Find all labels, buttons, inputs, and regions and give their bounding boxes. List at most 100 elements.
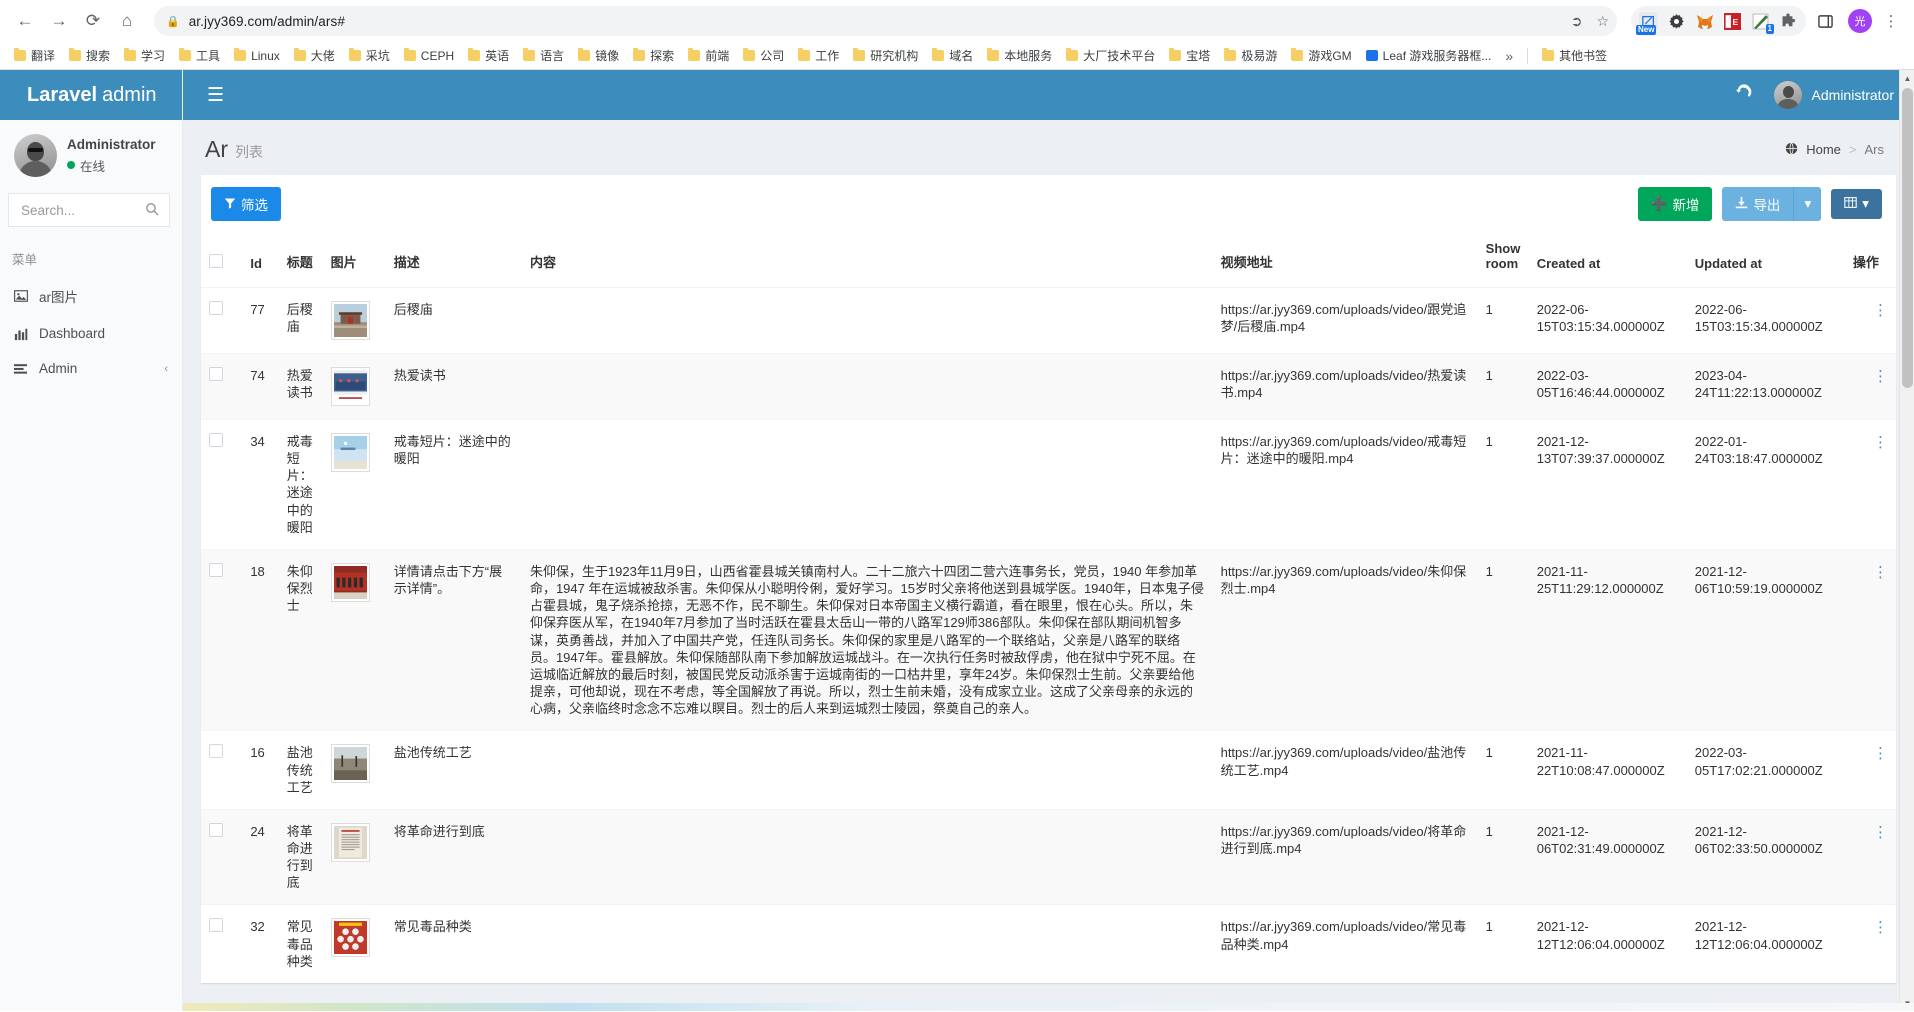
search-icon[interactable] [145,202,159,219]
select-all-checkbox[interactable] [209,254,223,268]
table-row[interactable]: 74 热爱读书 热爱读书 https://ar.jyy369.com/uploads/… [201,353,1896,420]
row-checkbox[interactable] [209,433,223,447]
bookmark-item[interactable]: 探索 [627,44,680,67]
marker-extension-icon[interactable]: 1 [1751,12,1774,34]
share-icon[interactable]: ➲ [1571,13,1583,30]
bookmark-item[interactable]: 学习 [118,44,171,67]
bookmark-item[interactable]: 大佬 [288,44,341,67]
topbar-username: Administrator [1811,87,1894,103]
back-button[interactable]: ← [10,6,40,36]
home-button[interactable]: ⌂ [112,6,142,36]
brand-logo[interactable]: Laravel admin [0,70,182,120]
refresh-icon[interactable] [1735,84,1752,106]
row-checkbox[interactable] [209,918,223,933]
column-selector-button[interactable]: ▾ [1831,189,1882,219]
table-row[interactable]: 24 将革命进行到底 将革命进行到底 https://ar.jyy369.com/up… [201,808,1896,905]
export-button[interactable]: 导出 [1722,187,1794,221]
th-id[interactable]: Id [242,231,279,288]
sidebar-toggle-icon[interactable]: ☰ [201,82,230,109]
row-actions-menu-icon[interactable]: ⋮ [1853,563,1888,583]
star-icon[interactable]: ☆ [1596,13,1609,30]
sidebar-search[interactable] [8,193,170,227]
table-row[interactable]: 32 常见毒品种类 常见毒品种类 https://ar.jyy369.com/uplo… [201,904,1896,983]
topbar-user[interactable]: Administrator [1773,81,1894,109]
bookmark-item[interactable]: 本地服务 [981,44,1058,67]
table-row[interactable]: 18 朱仰保烈士 详情请点击下方“展示详情”。 朱仰保，生于1923年11月9日，山西… [201,548,1896,731]
th-title[interactable]: 标题 [278,231,323,288]
pdf-extension-icon[interactable]: E [1723,11,1742,31]
bookmark-item[interactable]: 研究机构 [847,44,924,67]
bookmark-item[interactable]: 大厂技术平台 [1060,44,1161,67]
bookmark-item[interactable]: 域名 [926,44,979,67]
th-updated-at[interactable]: Updated at [1686,231,1845,288]
th-description[interactable]: 描述 [385,231,522,288]
bookmark-item[interactable]: 工具 [173,44,226,67]
bookmark-item[interactable]: 前端 [682,44,735,67]
houji-temple-thumbnail[interactable] [330,301,370,340]
row-checkbox[interactable] [209,822,223,837]
scroll-up-icon[interactable]: ▲ [1900,70,1914,86]
puzzle-extension-icon[interactable] [1779,12,1798,31]
group-photo-thumbnail[interactable] [330,562,370,602]
forward-button[interactable]: → [44,6,74,36]
other-bookmarks-folder[interactable]: 其他书签 [1536,44,1613,67]
sidebar-item-ar图片[interactable]: ar图片 [0,276,182,316]
th-image[interactable]: 图片 [322,231,386,288]
bookmark-item[interactable]: 翻译 [8,44,61,67]
new-tab-extension-icon[interactable]: New [1636,11,1658,35]
newspaper-thumbnail[interactable] [330,822,370,862]
bookmark-item[interactable]: 搜索 [63,44,116,67]
scrollbar-thumb[interactable] [1902,88,1913,388]
th-show-room[interactable]: Show room [1477,231,1529,288]
side-panel-icon[interactable] [1812,8,1838,34]
sidebar-item-admin[interactable]: Admin ‹ [0,351,182,386]
row-actions-menu-icon[interactable]: ⋮ [1853,744,1888,764]
bookmark-item[interactable]: Leaf 游戏服务器框... [1360,44,1498,67]
gear-extension-icon[interactable] [1667,12,1686,31]
bookmark-item[interactable]: Linux [228,46,286,66]
reading-classroom-thumbnail[interactable] [330,367,370,406]
sky-poster-thumbnail[interactable] [330,433,370,472]
bookmark-item[interactable]: 镜像 [572,44,625,67]
bookmark-item[interactable]: 英语 [462,44,515,67]
bookmark-item[interactable]: 语言 [517,44,570,67]
profile-avatar[interactable]: 光 [1848,9,1872,33]
th-content[interactable]: 内容 [521,231,1213,288]
bookmarks-overflow-button[interactable]: » [1499,46,1519,66]
row-actions-menu-icon[interactable]: ⋮ [1853,823,1888,843]
row-actions-menu-icon[interactable]: ⋮ [1853,918,1888,938]
row-actions-menu-icon[interactable]: ⋮ [1853,433,1888,453]
metamask-fox-extension-icon[interactable] [1695,12,1714,31]
reload-button[interactable]: ⟳ [78,6,108,36]
kebab-menu-icon[interactable]: ⋮ [1878,8,1904,34]
drug-types-poster-thumbnail[interactable] [330,918,370,958]
row-actions-menu-icon[interactable]: ⋮ [1853,301,1888,321]
row-checkbox[interactable] [209,301,223,315]
bookmark-item[interactable]: CEPH [398,46,460,66]
export-dropdown-button[interactable]: ▾ [1793,187,1822,221]
page-scrollbar[interactable]: ▲ ▼ [1899,70,1914,1011]
bookmark-item[interactable]: 游戏GM [1285,44,1357,67]
bookmark-item[interactable]: 公司 [737,44,790,67]
row-actions-menu-icon[interactable]: ⋮ [1853,367,1888,387]
row-checkbox[interactable] [209,367,223,381]
search-input[interactable] [19,201,145,219]
bookmark-item[interactable]: 极易游 [1218,44,1283,67]
table-row[interactable]: 34 戒毒短片：迷途中的暖阳 戒毒短片：迷途中的暖阳 https://ar.jyy36… [201,419,1896,550]
bookmark-item[interactable]: 工作 [792,44,845,67]
row-checkbox[interactable] [209,562,223,577]
row-checkbox[interactable] [209,744,223,759]
table-row[interactable]: 77 后稷庙 后稷庙 https://ar.jyy369.com/uploads/vi… [201,287,1896,354]
filter-button[interactable]: 筛选 [211,187,281,221]
breadcrumb-home[interactable]: Home [1806,142,1841,157]
bookmark-item[interactable]: 采坑 [343,44,396,67]
sidebar-item-dashboard[interactable]: Dashboard [0,316,182,351]
bookmark-item[interactable]: 宝塔 [1163,44,1216,67]
table-row[interactable]: 16 盐池传统工艺 盐池传统工艺 https://ar.jyy369.com/uplo… [201,730,1896,810]
salt-lake-thumbnail[interactable] [330,744,370,784]
th-created-at[interactable]: Created at [1528,231,1687,288]
th-video-url[interactable]: 视频地址 [1212,231,1478,288]
add-button[interactable]: ➕ 新增 [1637,187,1713,221]
address-bar[interactable]: 🔒 ar.jyy369.com/admin/ars# ➲ ☆ [154,6,1617,36]
cell-updated-at: 2022-03-05T17:02:21.000000Z [1686,730,1845,810]
